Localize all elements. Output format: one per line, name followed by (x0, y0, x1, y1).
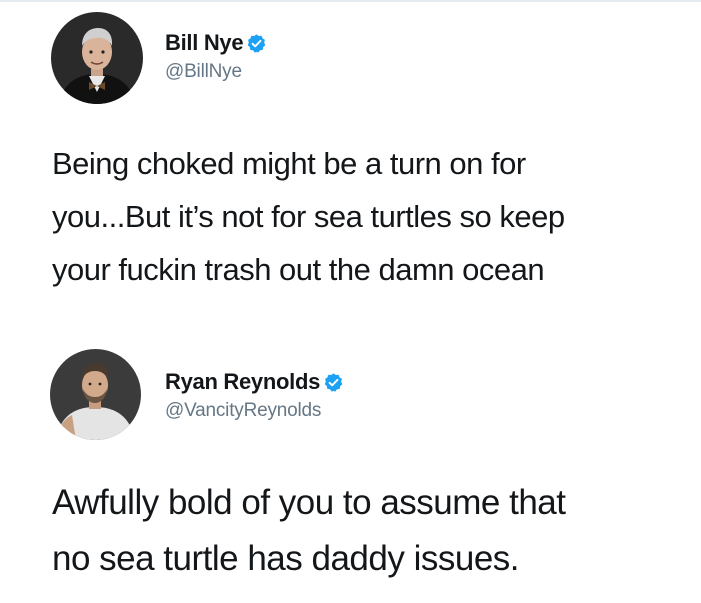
verified-badge-icon (248, 33, 266, 53)
tweet-text-line: no sea turtle has daddy issues. (52, 539, 520, 578)
display-name[interactable]: Ryan Reynolds (165, 369, 320, 395)
tweet-header: Bill Nye @BillNye (165, 28, 267, 83)
tweet-text-line: you...But it’s not for sea turtles so ke… (52, 199, 565, 234)
tweet-header: Ryan Reynolds @VancityReynolds (165, 367, 344, 422)
tweet-text: Being choked might be a turn on for you.… (52, 137, 692, 296)
tweet: Ryan Reynolds @VancityReynolds Awfully b… (0, 320, 701, 603)
verified-badge-icon (324, 372, 343, 392)
tweet-text-line: Being choked might be a turn on for (52, 146, 526, 181)
user-handle[interactable]: @VancityReynolds (165, 400, 344, 422)
tweet-text-line: your fuckin trash out the damn ocean (52, 252, 545, 287)
avatar-photo-icon (51, 12, 143, 104)
tweet: Bill Nye @BillNye Being choked might be … (0, 0, 701, 320)
avatar[interactable] (50, 349, 141, 440)
tweet-text-line: Awfully bold of you to assume that (52, 483, 566, 522)
user-handle[interactable]: @BillNye (165, 61, 267, 83)
name-row: Bill Nye (165, 28, 267, 58)
name-row: Ryan Reynolds (165, 367, 344, 397)
tweet-text: Awfully bold of you to assume that no se… (52, 475, 692, 587)
avatar-photo-icon (50, 349, 141, 440)
display-name[interactable]: Bill Nye (165, 30, 244, 56)
avatar[interactable] (51, 12, 143, 104)
